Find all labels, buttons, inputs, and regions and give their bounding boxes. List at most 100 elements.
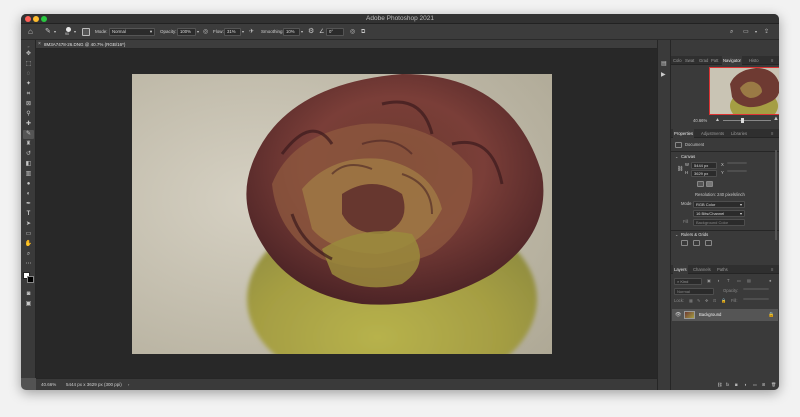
eye-icon[interactable]: 👁 [675,312,681,318]
magic-wand-tool-icon[interactable]: ✦ [23,80,34,89]
tab-color[interactable]: Colo [673,56,682,65]
panel-menu-icon[interactable]: ≡ [771,265,773,274]
fill-select[interactable]: Background Color [693,219,745,226]
quick-mask-icon[interactable]: ◙ [23,290,34,299]
lock-all-icon[interactable]: 🔒 [721,298,726,304]
crop-tool-icon[interactable]: ⌗ [23,90,34,99]
clone-stamp-tool-icon[interactable]: ♜ [23,140,34,149]
navigator-preview[interactable] [709,67,779,115]
tab-layers[interactable]: Layers [673,265,688,274]
chevron-right-icon[interactable]: › [128,379,129,390]
trash-icon[interactable]: 🗑 [771,382,776,388]
chevron-down-icon[interactable]: ▾ [301,24,303,40]
gear-icon[interactable]: ⚙ [308,24,314,40]
navigator-zoom[interactable]: 40.66% [693,118,707,124]
brush-tool-icon[interactable]: ✎ [23,130,34,139]
chevron-down-icon[interactable]: ⌄ [675,154,679,160]
background-color-swatch[interactable] [27,276,34,283]
tab-libraries[interactable]: Libraries [731,129,747,138]
layer-opacity-field[interactable] [743,288,769,290]
layer-filter-kind[interactable]: ⌕ Kind [674,278,702,285]
type-tool-icon[interactable]: T [23,210,34,219]
tab-navigator[interactable]: Navigator [722,56,742,65]
rulers-icon[interactable] [681,240,688,246]
search-icon[interactable]: ⌕ [730,24,733,40]
tab-channels[interactable]: Channels [693,265,711,274]
filter-toggle-icon[interactable]: ● [769,278,772,284]
smart-object-filter-icon[interactable]: ▤ [747,278,751,284]
history-brush-tool-icon[interactable]: ↺ [23,150,34,159]
blur-tool-icon[interactable]: ● [23,180,34,189]
tab-properties[interactable]: Properties [673,129,695,138]
type-filter-icon[interactable]: T [727,278,730,284]
zoom-in-icon[interactable]: ▲ [773,116,779,122]
eraser-tool-icon[interactable]: ◧ [23,160,34,169]
frame-tool-icon[interactable]: ⊠ [23,100,34,109]
zoom-slider-thumb[interactable] [741,118,744,123]
airbrush-icon[interactable]: ✈ [249,24,254,40]
marquee-tool-icon[interactable]: ⬚ [23,60,34,69]
workspace-icon[interactable]: ▭ [743,24,749,40]
screen-mode-icon[interactable]: ▣ [23,300,34,309]
bit-depth-select[interactable]: 16 Bits/Channel ▾ [693,210,745,217]
healing-brush-tool-icon[interactable]: ✚ [23,120,34,129]
angle-field[interactable]: 0° [326,28,344,36]
pressure-size-icon[interactable]: ◎ [350,24,355,40]
portrait-orientation-icon[interactable] [697,181,704,187]
status-zoom[interactable]: 40.66% [41,379,56,390]
rulers-grids-header[interactable]: Rulers & Grids [681,232,708,238]
image-canvas[interactable] [132,74,552,354]
path-selection-tool-icon[interactable]: ➤ [23,220,34,229]
tab-gradients[interactable]: Grad [699,56,708,65]
lock-position-icon[interactable]: ✥ [705,298,709,304]
lock-pixels-icon[interactable]: ▦ [689,298,693,304]
zoom-slider[interactable] [723,118,771,123]
mode-select[interactable]: Normal ▾ [109,28,155,36]
chevron-down-icon[interactable]: ▾ [242,24,244,40]
lasso-tool-icon[interactable]: ◌ [23,70,34,79]
tab-adjustments[interactable]: Adjustments [701,129,724,138]
pen-tool-icon[interactable]: ✒ [23,200,34,209]
pixel-filter-icon[interactable]: ▣ [707,278,711,284]
panel-menu-icon[interactable]: ≡ [771,56,773,65]
tab-swatches[interactable]: Swat [685,56,694,65]
smoothing-field[interactable]: 10% [283,28,300,36]
new-layer-icon[interactable]: ⊞ [762,382,766,388]
gradient-tool-icon[interactable]: ▥ [23,170,34,179]
grid-icon[interactable] [693,240,700,246]
layer-style-icon[interactable]: fx [726,382,729,388]
move-tool-icon[interactable]: ✥ [23,50,34,59]
properties-scrollbar[interactable] [775,150,777,240]
canvas-section-header[interactable]: Canvas [681,154,695,160]
tab-patterns[interactable]: Patt [711,56,718,65]
chevron-down-icon[interactable]: ▾ [74,24,76,40]
lock-artboard-icon[interactable]: ⊡ [713,298,717,304]
document-tab[interactable]: × 8M3A7478-26.DNG @ 40.7% (RGB/16*) [36,40,657,49]
adjustment-layer-icon[interactable]: ◑ [744,382,747,388]
rectangle-tool-icon[interactable]: ▭ [23,230,34,239]
eyedropper-tool-icon[interactable]: ⚲ [23,110,34,119]
guides-icon[interactable] [705,240,712,246]
close-tab-icon[interactable]: × [38,40,41,49]
new-group-icon[interactable]: ▭ [753,382,757,388]
chevron-down-icon[interactable]: ⌄ [675,232,679,238]
hand-tool-icon[interactable]: ✋ [23,240,34,249]
actions-panel-icon[interactable]: ▶ [661,71,666,78]
dodge-tool-icon[interactable]: ◐ [23,190,34,199]
height-field[interactable]: 3629 px [691,170,717,177]
home-icon[interactable]: ⌂ [28,24,33,40]
link-layers-icon[interactable]: ⛓ [717,382,722,388]
panel-menu-icon[interactable]: ≡ [771,129,773,138]
flow-field[interactable]: 31% [224,28,241,36]
color-mode-select[interactable]: RGB Color ▾ [693,201,745,208]
x-field[interactable] [727,162,747,164]
pressure-opacity-icon[interactable]: ◎ [203,24,208,40]
tab-paths[interactable]: Paths [717,265,728,274]
width-field[interactable]: 5444 px [691,162,717,169]
share-icon[interactable]: ⇪ [764,24,769,40]
brush-preset-picker[interactable]: 90 [64,27,73,36]
layer-mask-icon[interactable]: ◙ [735,382,738,388]
lock-image-icon[interactable]: ✎ [697,298,701,304]
symmetry-icon[interactable]: ⧉ [361,24,365,40]
zoom-tool-icon[interactable]: ⌕ [23,250,34,259]
